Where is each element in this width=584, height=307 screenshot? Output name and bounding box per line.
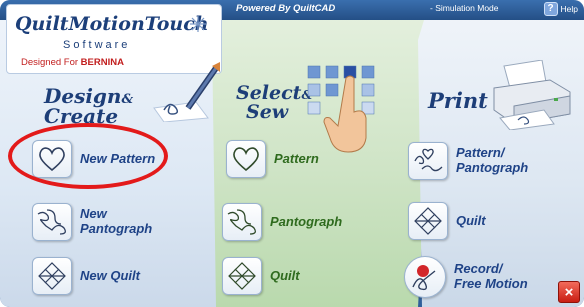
heart-pattern-icon [226,140,266,178]
design-title-amp: & [121,92,134,107]
print-quilt-button[interactable]: Quilt [408,202,486,240]
select-quilt-button[interactable]: Quilt [222,257,300,295]
new-pantograph-line1: New [80,206,107,222]
design-pen-icon [153,62,220,122]
quilt-grid-icon [408,202,448,240]
tagline-brand: BERNINA [80,57,124,68]
select-pantograph-label: Pantograph [270,213,343,229]
design-create-title: Design& Create [44,86,133,126]
select-pantograph-button[interactable]: Pantograph [222,203,342,241]
select-quilt-label: Quilt [270,267,300,283]
pantograph-icon [222,203,262,241]
select-pattern-button[interactable]: Pattern [226,140,319,178]
simulation-mode-label: - Simulation Mode [430,3,499,13]
quilt-grid-icon [222,257,262,295]
app-window: Powered By QuiltCAD - Simulation Mode ? … [0,0,584,307]
logo-tagline: Designed For BERNINA [21,57,124,68]
record-free-motion-button[interactable]: Record/ Free Motion [404,256,528,298]
new-pantograph-line2: Pantograph [80,221,153,236]
print-quilt-label: Quilt [456,212,486,228]
new-pantograph-button[interactable]: New Pantograph [32,203,152,241]
logo-title: QuiltMotionTouch [15,13,209,35]
print-pattern-line1: Pattern/ [456,145,505,161]
highlight-annotation-ring [8,123,168,189]
new-quilt-label: New Quilt [80,267,140,283]
print-title: Print [428,88,488,113]
help-button[interactable]: ? Help [543,2,578,16]
record-free-motion-label: Record/ Free Motion [454,261,528,292]
select-pattern-label: Pattern [274,150,319,166]
record-line2: Free Motion [454,276,528,291]
select-title-second: Sew [246,101,289,123]
select-sew-title: Select& Sew [236,84,312,122]
record-icon [404,256,446,298]
quilt-grid-icon [32,257,72,295]
pattern-pantograph-icon [408,142,448,180]
powered-by-label: Powered By QuiltCAD [236,3,336,14]
logo-subtitle: Software [63,39,131,51]
sparkle-icon [190,16,206,32]
new-pantograph-label: New Pantograph [80,206,153,237]
tagline-prefix: Designed For [21,57,81,68]
print-pattern-pantograph-button[interactable]: Pattern/ Pantograph [408,142,528,180]
close-button[interactable]: × [558,281,580,303]
help-label: Help [560,4,578,14]
print-pattern-pantograph-label: Pattern/ Pantograph [456,145,529,176]
print-pattern-line2: Pantograph [456,160,529,175]
printer-icon [493,60,571,130]
help-icon: ? [543,2,558,16]
pantograph-icon [32,203,72,241]
record-line1: Record/ [454,261,503,277]
new-quilt-button[interactable]: New Quilt [32,257,140,295]
